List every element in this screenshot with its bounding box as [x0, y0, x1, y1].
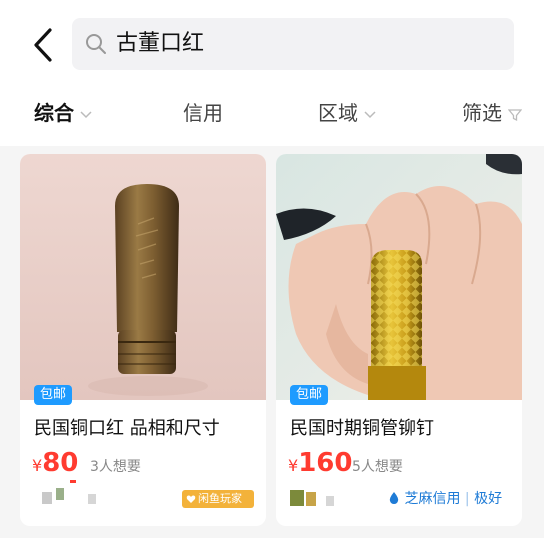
product-title[interactable]: 民国铜口红 品相和尺寸 [34, 416, 220, 442]
filter-region[interactable]: 区域 [318, 99, 376, 127]
drop-icon [389, 492, 399, 504]
product-price: ¥80 [32, 448, 78, 478]
price-value: 160 [298, 448, 353, 478]
product-image [276, 154, 522, 400]
heart-icon [186, 495, 196, 503]
seller-avatar[interactable] [290, 490, 304, 506]
currency-symbol: ¥ [288, 456, 299, 475]
seller-avatar-pixel [56, 488, 64, 500]
free-shipping-badge: 包邮 [290, 385, 329, 405]
funnel-icon [508, 108, 522, 121]
credit-rating: 芝麻信用 | 极好 [388, 488, 502, 508]
credit-level: 极好 [474, 491, 503, 507]
product-image [20, 154, 266, 400]
filter-screen-label: 筛选 [462, 101, 502, 125]
filter-bar: 综合 信用 区域 筛选 [0, 88, 544, 146]
seller-avatar-pixel [306, 492, 316, 506]
filter-screen[interactable]: 筛选 [462, 99, 522, 127]
filter-credit-label: 信用 [183, 101, 223, 125]
back-arrow-icon[interactable] [28, 26, 58, 64]
filter-comprehensive-label: 综合 [34, 101, 74, 125]
filter-comprehensive[interactable]: 综合 [34, 99, 92, 127]
search-icon [86, 34, 106, 54]
seller-badge: 闲鱼玩家 [182, 490, 254, 508]
product-title[interactable]: 民国时期铜管铆钉 [290, 416, 434, 442]
seller-avatar[interactable] [42, 492, 52, 504]
want-count: 3人想要 [90, 459, 141, 475]
filter-region-label: 区域 [318, 101, 358, 125]
want-count: 5人想要 [352, 459, 403, 475]
product-price: ¥160 [288, 448, 352, 478]
seller-name-blur [326, 496, 334, 506]
filter-credit[interactable]: 信用 [183, 99, 223, 127]
currency-symbol: ¥ [32, 456, 43, 475]
credit-label: 芝麻信用 [404, 491, 461, 507]
price-underline [70, 480, 76, 483]
free-shipping-badge: 包邮 [34, 385, 73, 405]
chevron-down-icon [364, 110, 376, 118]
search-bar[interactable]: 古董口红 [72, 18, 514, 70]
price-value: 80 [42, 448, 79, 478]
top-bar: 古董口红 [0, 0, 544, 88]
chevron-down-icon [80, 110, 92, 118]
product-card[interactable]: 包邮 民国时期铜管铆钉 ¥160 5人想要 芝麻信用 | 极好 [276, 154, 522, 526]
seller-badge-label: 闲鱼玩家 [198, 492, 242, 505]
credit-divider: | [464, 491, 470, 507]
product-card[interactable]: 包邮 民国铜口红 品相和尺寸 ¥80 3人想要 闲鱼玩家 [20, 154, 266, 526]
seller-name-blur [88, 494, 96, 504]
search-query[interactable]: 古董口红 [116, 30, 204, 58]
